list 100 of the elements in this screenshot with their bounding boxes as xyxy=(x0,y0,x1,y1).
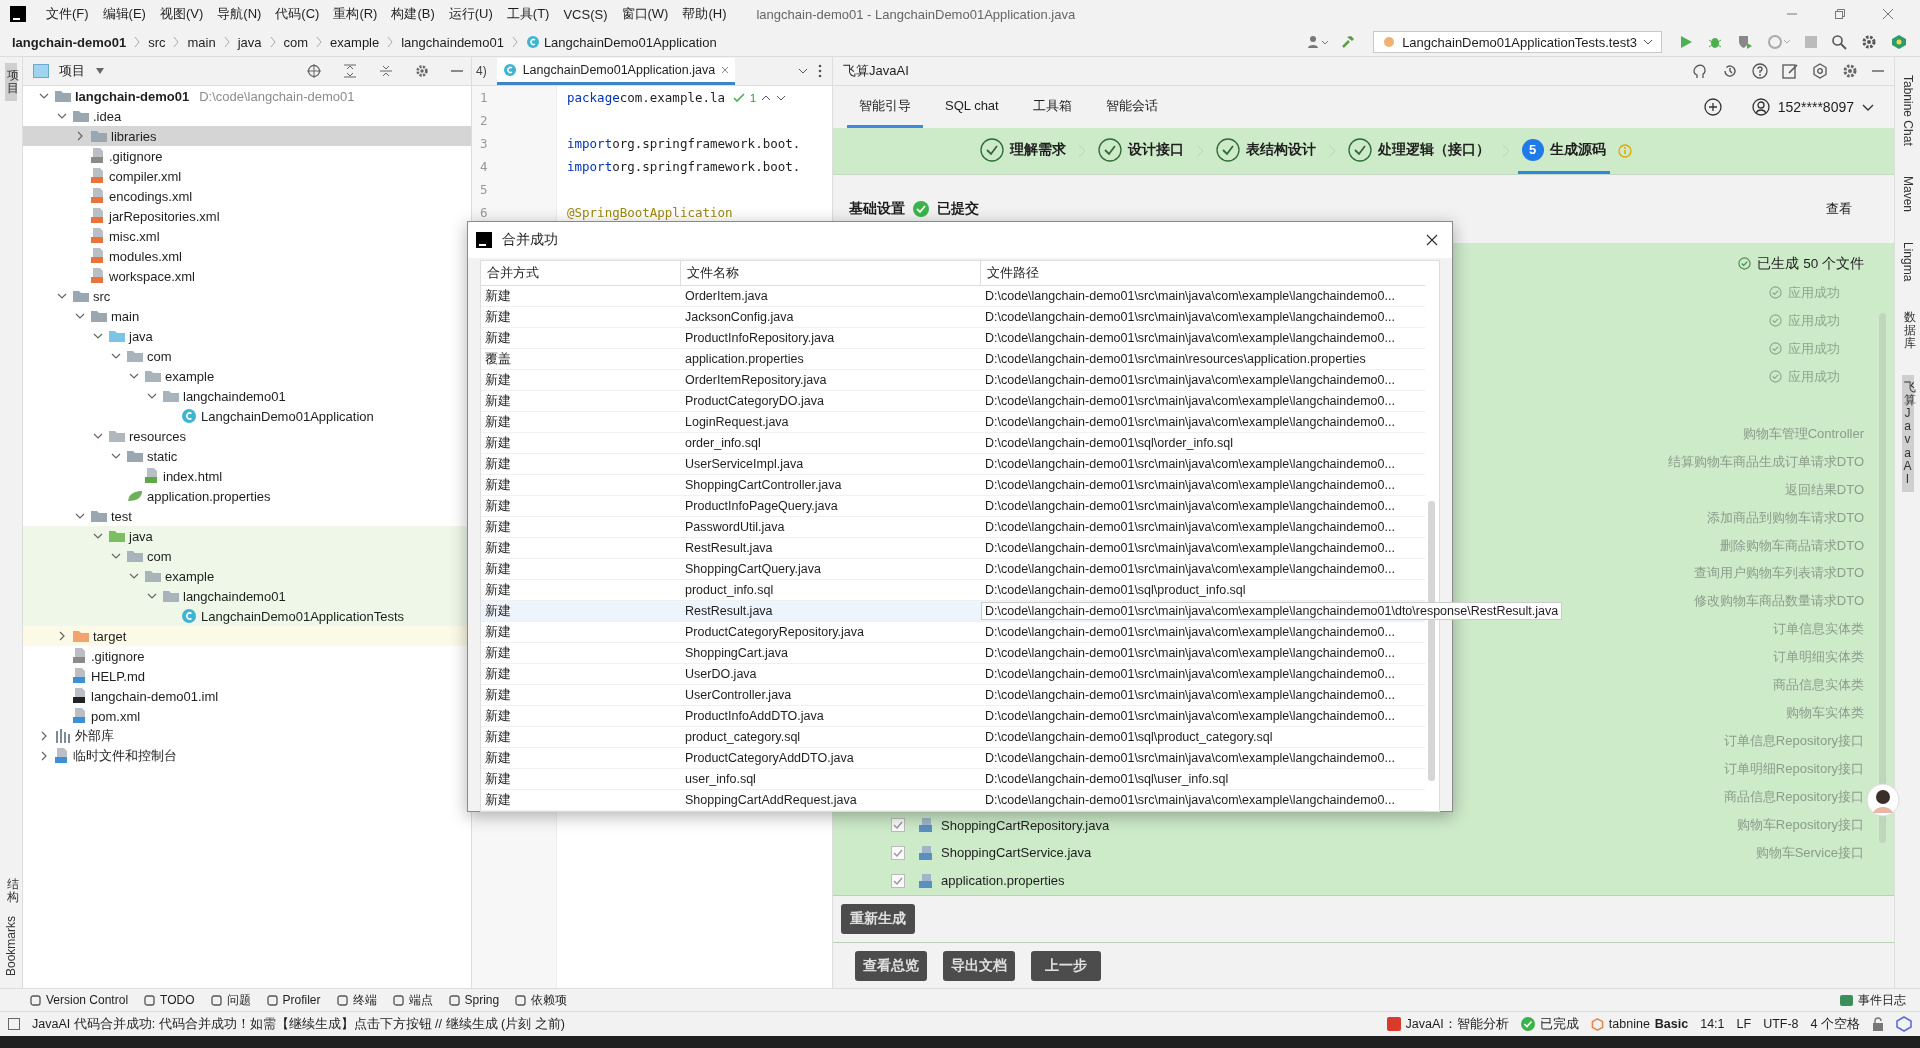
tree-item[interactable]: langchaindemo01 xyxy=(23,386,471,406)
tool-window-button[interactable]: TODO xyxy=(144,993,195,1007)
tree-item[interactable]: .gitignore xyxy=(23,646,471,666)
tabnine-status[interactable]: tabnine Basic xyxy=(1590,1017,1689,1031)
tree-item[interactable]: workspace.xml xyxy=(23,266,471,286)
tree-item[interactable]: libraries xyxy=(23,126,471,146)
table-row[interactable]: 新建 ProductCategoryDO.java D:\code\langchain-demo01\src\main\java\com\example\langchaindemo0... xyxy=(481,391,1425,412)
footer-button[interactable]: 导出文档 xyxy=(943,950,1015,981)
tool-window-tab[interactable]: Lingma xyxy=(1898,235,1917,288)
tree-item[interactable]: java xyxy=(23,326,471,346)
tool-window-button[interactable]: Profiler xyxy=(266,993,321,1007)
step[interactable]: 设计接口 xyxy=(1093,128,1188,174)
table-row[interactable]: 覆盖 application.properties D:\code\langchain-demo01\src\main\resources\application.properties xyxy=(481,349,1425,370)
column-header[interactable]: 文件路径 xyxy=(981,261,1425,285)
breadcrumb[interactable]: langchaindemo01 xyxy=(401,34,504,50)
indent-setting[interactable]: 4 个空格 xyxy=(1810,1015,1860,1033)
editor-tab[interactable]: 4) xyxy=(476,64,487,78)
tree-item[interactable]: modules.xml xyxy=(23,246,471,266)
caret-icon[interactable] xyxy=(95,67,105,75)
tree-item[interactable]: main xyxy=(23,306,471,326)
tree-item[interactable]: compiler.xml xyxy=(23,166,471,186)
avatar[interactable] xyxy=(1866,783,1900,817)
tree-item[interactable]: resources xyxy=(23,426,471,446)
step[interactable]: 处理逻辑（接口） xyxy=(1343,128,1494,174)
tool-window-button[interactable]: 终端 xyxy=(336,991,377,1009)
tree-item[interactable]: .idea xyxy=(23,106,471,126)
regenerate-button[interactable]: 重新生成 xyxy=(841,904,915,934)
table-row[interactable]: 新建 PasswordUtil.java D:\code\langchain-demo01\src\main\java\com\example\langchaindemo0... xyxy=(481,517,1425,538)
tree-item[interactable]: HELP.md xyxy=(23,666,471,686)
tool-window-tab[interactable]: 数据库 xyxy=(1901,305,1914,357)
table-row[interactable]: 新建 UserController.java D:\code\langchain-demo01\src\main\java\com\example\langchaindemo0... xyxy=(481,685,1425,706)
tab[interactable]: 工具箱 xyxy=(1020,86,1084,128)
checkbox[interactable] xyxy=(891,846,905,860)
hexagon-icon[interactable] xyxy=(1812,63,1828,79)
close-icon[interactable] xyxy=(1426,234,1438,246)
tool-window-tab[interactable]: 飞算JavaAI xyxy=(1901,374,1914,493)
table-row[interactable]: 新建 ProductInfoRepository.java D:\code\langchain-demo01\src\main\java\com\example\langchaindemo0... xyxy=(481,328,1425,349)
breadcrumb[interactable]: example xyxy=(330,34,380,50)
tree-item[interactable]: index.html xyxy=(23,466,471,486)
tree-item[interactable]: .gitignore xyxy=(23,146,471,166)
plugin-logo-icon[interactable] xyxy=(1891,34,1907,50)
view-link[interactable]: 查看 xyxy=(1826,200,1852,218)
edit-icon[interactable] xyxy=(1782,63,1798,79)
event-log-button[interactable]: 事件日志 xyxy=(1840,991,1906,1009)
more-icon[interactable] xyxy=(818,64,822,78)
column-header[interactable]: 合并方式 xyxy=(481,261,681,285)
plugin-logo-icon[interactable] xyxy=(1896,1016,1912,1032)
footer-button[interactable]: 查看总览 xyxy=(855,950,927,981)
shield-icon[interactable] xyxy=(1737,34,1753,50)
tree-item[interactable]: com xyxy=(23,346,471,366)
ai-status[interactable]: JavaAI：智能分析 xyxy=(1386,1015,1509,1033)
table-row[interactable]: 新建 OrderItemRepository.java D:\code\langchain-demo01\src\main\java\com\example\langchaindemo0... xyxy=(481,370,1425,391)
settings-icon[interactable] xyxy=(415,64,429,78)
menu-item[interactable]: 视图(V) xyxy=(159,5,204,23)
tree-item[interactable]: 外部库 xyxy=(23,726,471,746)
checkbox[interactable] xyxy=(891,873,905,888)
menu-item[interactable]: 编辑(E) xyxy=(102,5,146,23)
table-row[interactable]: 新建 ProductCategoryRepository.java D:\code\langchain-demo01\src\main\java\com\example\langchaindemo0... xyxy=(481,622,1425,643)
tool-window-tab[interactable]: Bookmarks xyxy=(2,909,20,982)
table-row[interactable]: 新建 ProductCategoryAddDTO.java D:\code\langchain-demo01\src\main\java\com\example\langchaindemo0... xyxy=(481,748,1425,769)
menu-item[interactable]: 代码(C) xyxy=(275,5,320,23)
table-row[interactable]: 新建 ShoppingCart.java D:\code\langchain-demo01\src\main\java\com\example\langchaindemo0... xyxy=(481,643,1425,664)
tree-item[interactable]: LangchainDemo01Application xyxy=(23,406,471,426)
step[interactable]: 表结构设计 xyxy=(1211,128,1320,174)
step[interactable]: 5 生成源码 xyxy=(1517,128,1610,174)
menu-item[interactable]: 工具(T) xyxy=(506,5,550,23)
help-icon[interactable] xyxy=(1752,63,1768,79)
add-icon[interactable] xyxy=(1703,98,1722,116)
breadcrumb[interactable]: src xyxy=(148,34,166,50)
menu-item[interactable]: 文件(F) xyxy=(46,5,89,23)
settings-icon[interactable] xyxy=(1861,34,1877,50)
table-row[interactable]: 新建 ProductInfoPageQuery.java D:\code\langchain-demo01\src\main\java\com\example\langchaindemo0... xyxy=(481,496,1425,517)
tab[interactable]: 智能会话 xyxy=(1093,86,1170,128)
tool-window-button[interactable]: Spring xyxy=(448,993,500,1007)
tool-window-button[interactable]: Version Control xyxy=(30,993,129,1007)
caret-icon[interactable] xyxy=(798,66,808,76)
line-ending[interactable]: LF xyxy=(1736,1017,1752,1031)
breadcrumb[interactable]: main xyxy=(187,34,216,50)
menu-item[interactable]: 帮助(H) xyxy=(682,5,727,23)
breadcrumb[interactable]: LangchainDemo01Application xyxy=(525,34,717,50)
tool-window-tab[interactable]: 结构 xyxy=(5,871,17,910)
table-row[interactable]: 新建 ShoppingCartAddRequest.java D:\code\langchain-demo01\src\main\java\com\example\langchaindemo0... xyxy=(481,790,1425,811)
panel-title[interactable]: 项目 xyxy=(59,62,85,80)
tree-item[interactable]: 临时文件和控制台 xyxy=(23,746,471,766)
table-row[interactable]: 新建 ProductInfoAddDTO.java D:\code\langchain-demo01\src\main\java\com\example\langchaindemo0... xyxy=(481,706,1425,727)
menu-item[interactable]: 窗口(W) xyxy=(621,5,669,23)
breadcrumb[interactable]: java xyxy=(237,34,262,50)
user-icon[interactable] xyxy=(1307,35,1330,49)
table-row[interactable]: 新建 UserServiceImpl.java D:\code\langchain-demo01\src\main\java\com\example\langchaindemo0... xyxy=(481,454,1425,475)
account-menu[interactable]: 152****8097 xyxy=(1751,98,1874,116)
history-icon[interactable] xyxy=(1722,63,1738,79)
panel-toggle-icon[interactable] xyxy=(8,1018,20,1030)
table-row[interactable]: 新建 RestResult.java D:\code\langchain-demo01\src\main\java\com\example\langchaindemo0... xyxy=(481,538,1425,559)
tool-window-button[interactable]: 端点 xyxy=(392,991,433,1009)
tree-item[interactable]: application.properties xyxy=(23,486,471,506)
table-row[interactable]: 新建 ShoppingCartQuery.java D:\code\langchain-demo01\src\main\java\com\example\langchaindemo0... xyxy=(481,559,1425,580)
table-row[interactable]: 新建 product_category.sql D:\code\langchain-demo01\sql\product_category.sql xyxy=(481,727,1425,748)
collapse-all-icon[interactable] xyxy=(379,64,393,78)
table-row[interactable]: 新建 order_info.sql D:\code\langchain-demo01\sql\order_info.sql xyxy=(481,433,1425,454)
tree-item[interactable]: pom.xml xyxy=(23,706,471,726)
